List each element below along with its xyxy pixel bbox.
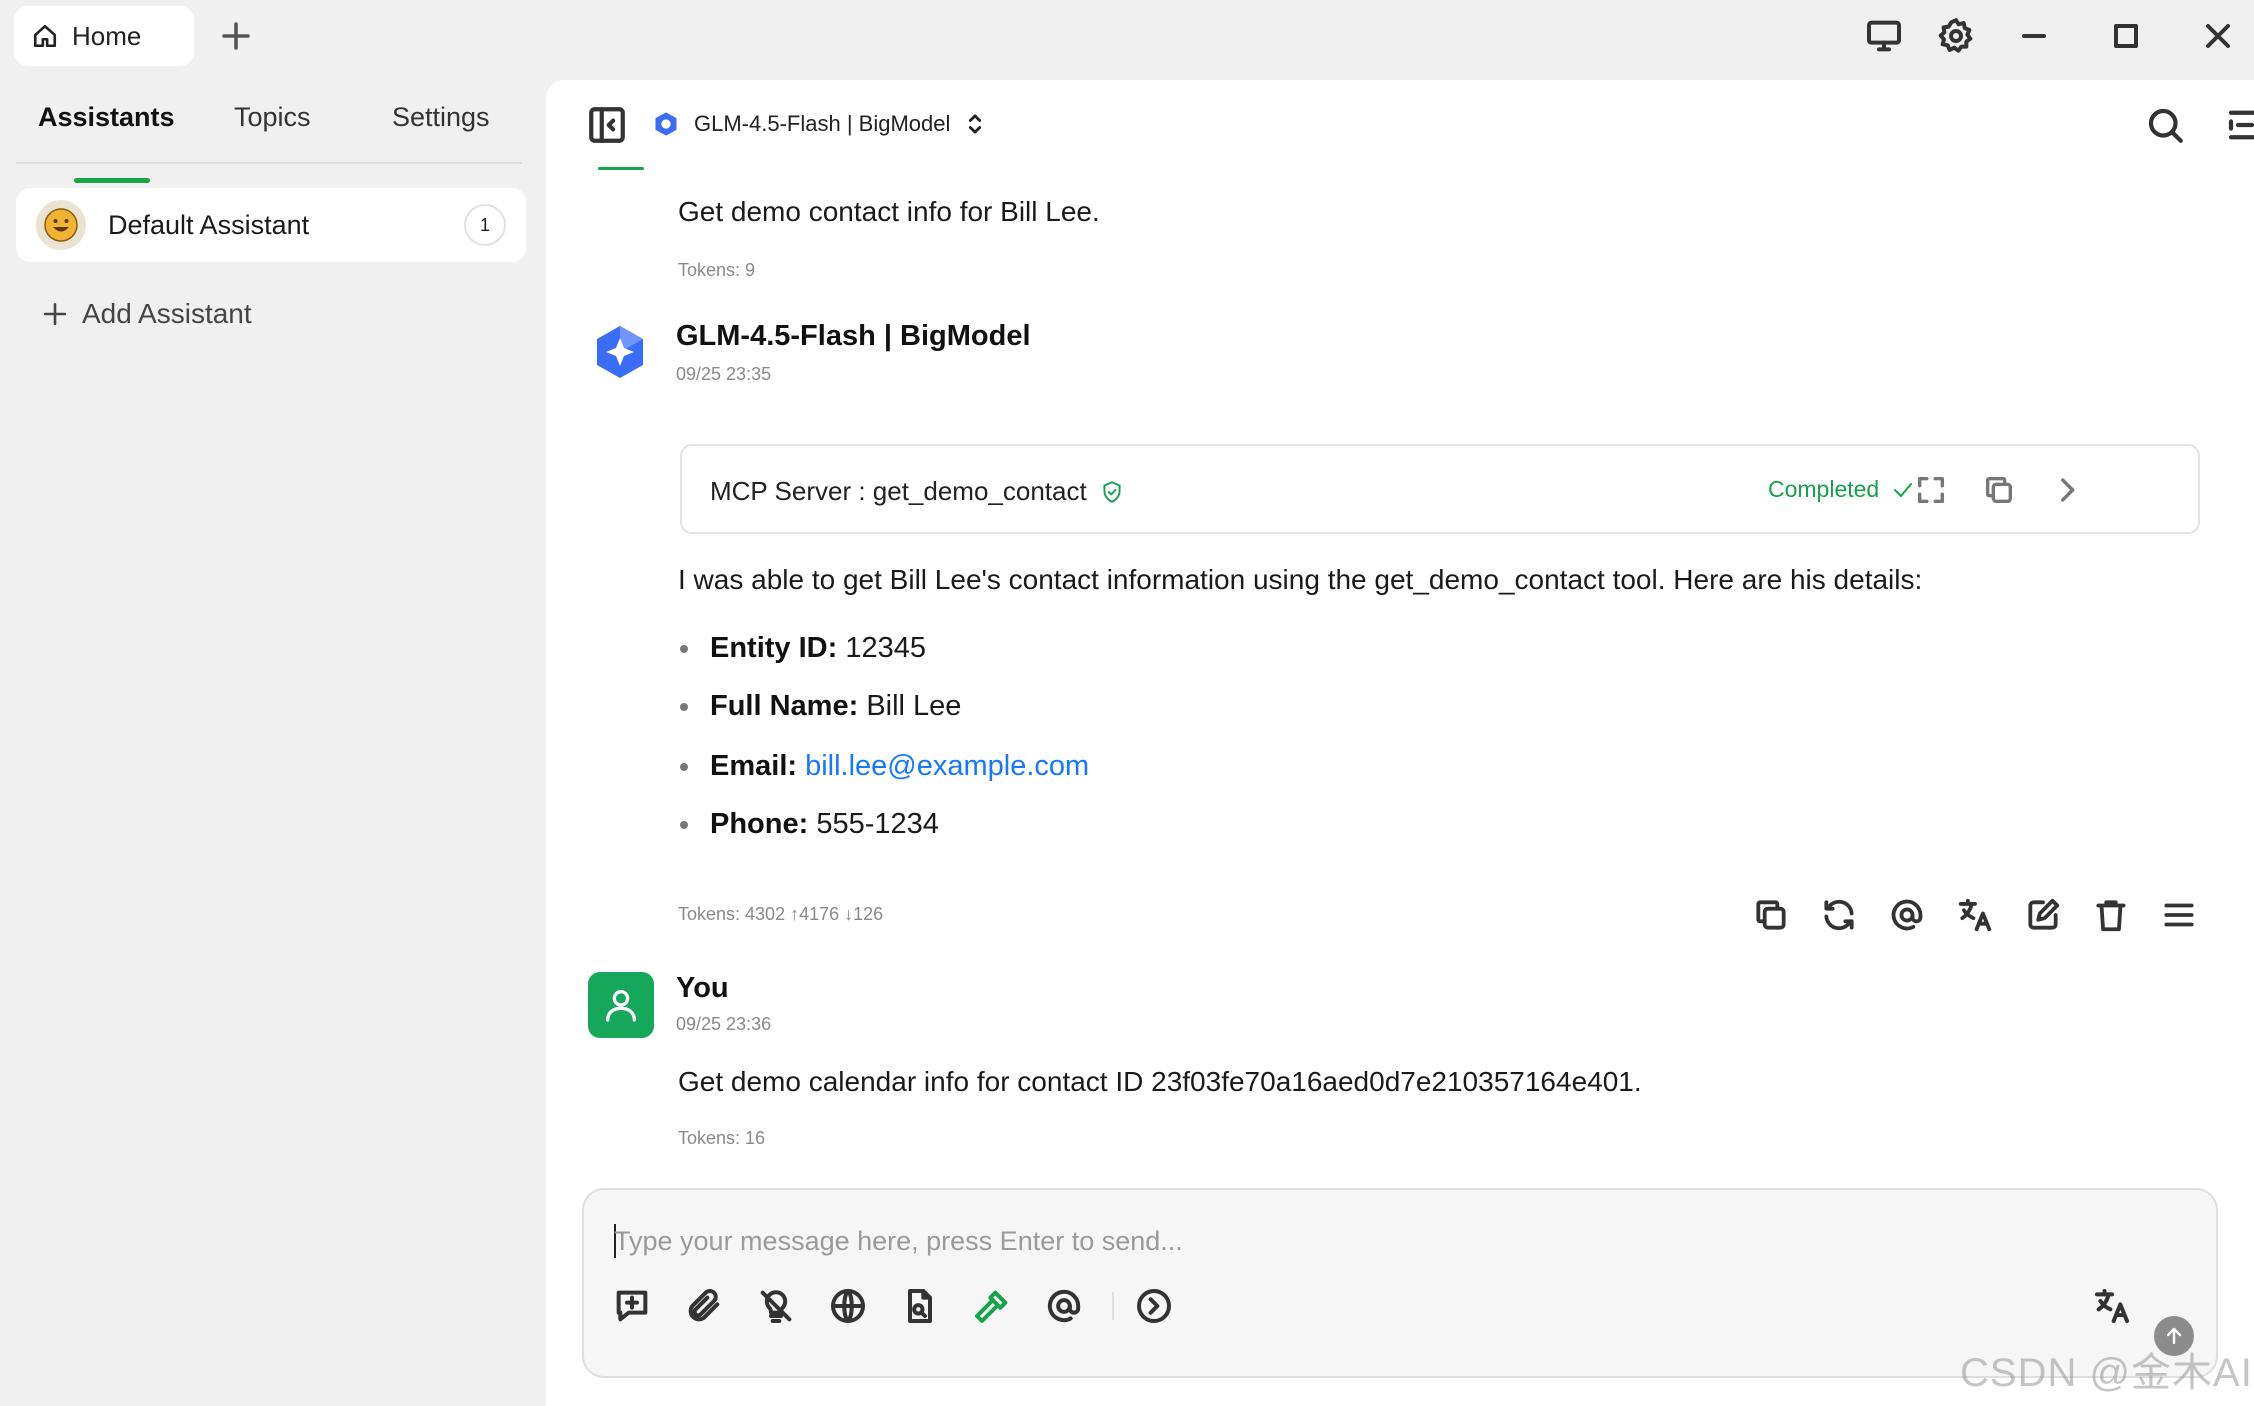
minimize-icon — [2022, 34, 2046, 38]
watermark: CSDN @金木AI — [1960, 1351, 2253, 1395]
translate-input-button[interactable] — [2092, 1286, 2132, 1326]
globe-icon — [831, 1289, 865, 1323]
maximize-icon — [2114, 24, 2138, 48]
file-search-icon — [908, 1289, 932, 1323]
attach-file-button[interactable] — [684, 1286, 724, 1326]
gear-icon — [1938, 18, 1973, 53]
plus-icon — [222, 22, 250, 50]
new-tab-button[interactable] — [218, 18, 254, 54]
add-assistant-button[interactable]: Add Assistant — [42, 298, 252, 330]
new-chat-icon — [616, 1290, 648, 1322]
minimize-button[interactable] — [2014, 16, 2054, 56]
maximize-button[interactable] — [2106, 16, 2146, 56]
lightbulb-off-icon — [760, 1290, 792, 1323]
hammer-icon — [975, 1290, 1008, 1323]
paperclip-icon — [688, 1289, 720, 1322]
more-tools-button[interactable] — [1134, 1286, 1174, 1326]
at-sign-icon — [1047, 1289, 1081, 1323]
assistant-avatar — [36, 200, 86, 250]
home-icon — [33, 24, 57, 48]
web-search-button[interactable] — [828, 1286, 868, 1326]
tab-assistants[interactable]: Assistants — [38, 102, 175, 133]
settings-button[interactable] — [1936, 16, 1976, 56]
active-tab-indicator — [74, 178, 150, 183]
title-bar: Home — [0, 0, 2254, 72]
tab-topics[interactable]: Topics — [234, 102, 311, 133]
assistant-item-default[interactable]: Default Assistant 1 — [16, 188, 526, 262]
new-topic-button[interactable] — [612, 1286, 652, 1326]
toolbar-divider — [1112, 1292, 1114, 1320]
monitor-icon — [1867, 20, 1901, 52]
tab-settings[interactable]: Settings — [392, 102, 490, 133]
close-icon — [2206, 24, 2230, 48]
tab-home[interactable]: Home — [14, 6, 194, 66]
assistant-name: Default Assistant — [108, 210, 310, 240]
smiley-icon — [44, 208, 78, 242]
input-area: Type your message here, press Enter to s… — [546, 80, 2254, 1406]
sidebar-tabs: Assistants Topics Settings — [16, 92, 522, 183]
tab-home-label: Home — [72, 20, 142, 51]
mention-button[interactable] — [1044, 1286, 1084, 1326]
translate-icon — [2095, 1289, 2129, 1323]
topic-count-badge: 1 — [464, 204, 506, 246]
input-placeholder: Type your message here, press Enter to s… — [614, 1226, 1183, 1256]
chevron-circle-right-icon — [1137, 1289, 1171, 1323]
thinking-toggle-button[interactable] — [756, 1286, 796, 1326]
sidebar: Assistants Topics Settings Default Assis… — [0, 72, 546, 1406]
mcp-tools-button[interactable] — [972, 1286, 1012, 1326]
display-button[interactable] — [1864, 16, 1904, 56]
knowledge-base-button[interactable] — [900, 1286, 940, 1326]
close-button[interactable] — [2198, 16, 2238, 56]
plus-icon — [43, 302, 67, 326]
add-assistant-label: Add Assistant — [82, 298, 252, 329]
